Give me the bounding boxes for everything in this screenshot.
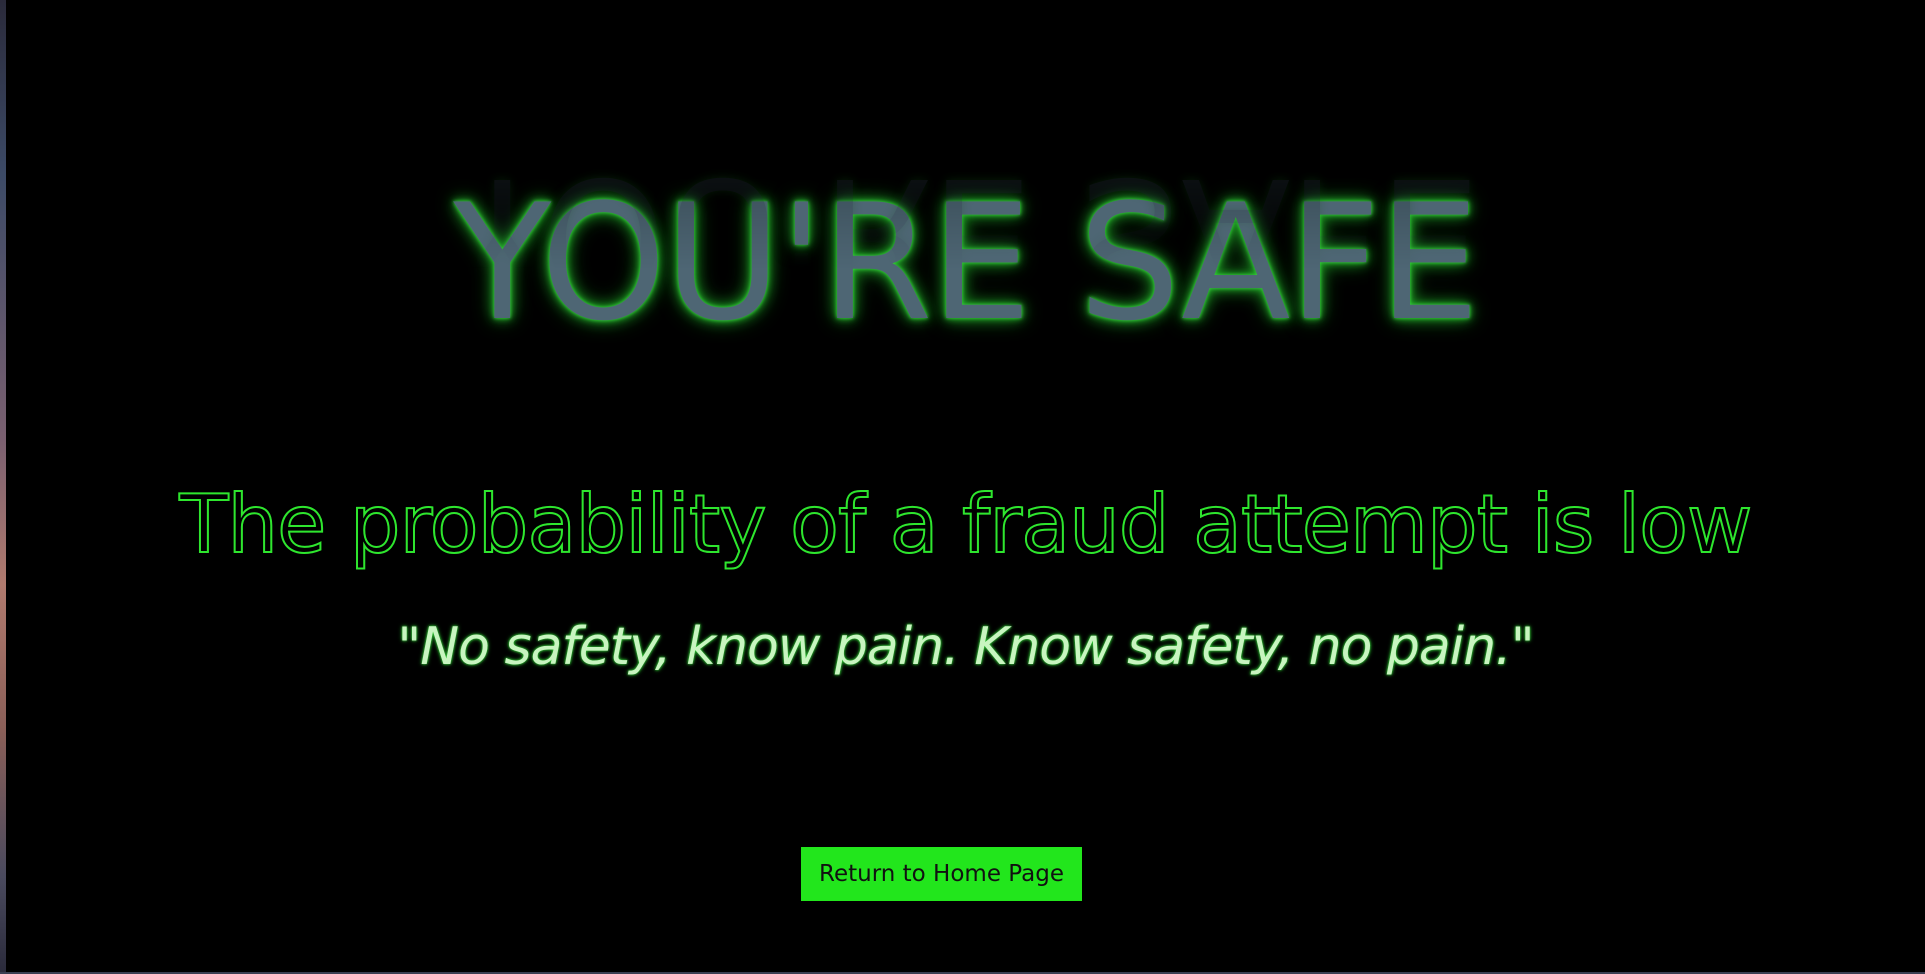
return-home-button[interactable]: Return to Home Page <box>801 847 1082 901</box>
fraud-probability-message: The probability of a fraud attempt is lo… <box>179 477 1754 572</box>
hero-title: YOU'RE SAFE <box>453 169 1479 356</box>
result-page: YOU'RE SAFE YOU'RE SAFE The probability … <box>6 0 1925 972</box>
safety-quote: "No safety, know pain. Know safety, no p… <box>397 617 1534 677</box>
